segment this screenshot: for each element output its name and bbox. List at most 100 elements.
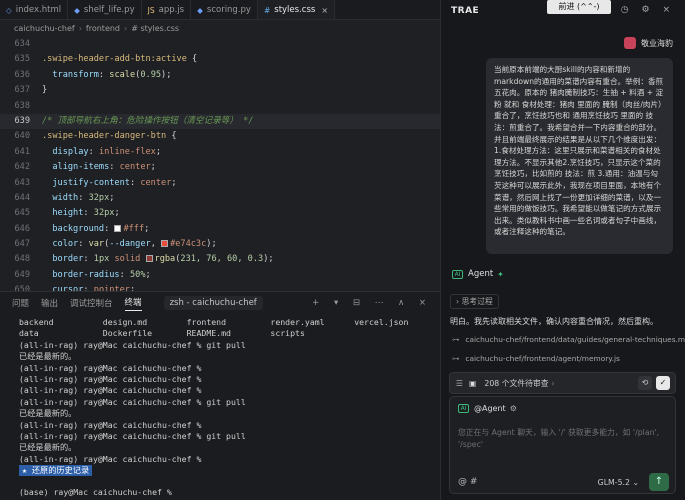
code-token: ;	[144, 223, 150, 234]
terminal-line: 已经是最新的。	[19, 442, 77, 453]
code-token: :	[88, 146, 99, 157]
code-line[interactable]: 645 height: 32px;	[0, 206, 440, 221]
code-token: :	[98, 69, 110, 80]
chat-input[interactable]: 您正在与 Agent 聊天，输入 '/' 获取更多能力，如 '/plan', '…	[458, 427, 668, 451]
settings-icon[interactable]: ⚙	[510, 404, 517, 413]
list-icon[interactable]: ☰	[456, 379, 463, 388]
code-token: var	[88, 239, 105, 250]
file-reference[interactable]: ⊶ caichuchu-chef/frontend/agent/memory.j…	[452, 354, 620, 363]
tab-index-html[interactable]: ◇ index.html	[0, 0, 69, 19]
tab-styles-css[interactable]: # styles.css ×	[257, 0, 336, 19]
file-type-icon: ◆	[197, 5, 203, 15]
review-bar: ☰ ▣ 208 个文件待审查 › ⟲ ✓	[449, 372, 676, 394]
terminal-line: (all-in-rag) ray@Mac caichuchu-chef % gi…	[19, 430, 246, 441]
file-icon[interactable]: ▣	[469, 379, 476, 388]
line-number: 637	[14, 85, 30, 96]
code-token: :	[104, 223, 115, 234]
code-token: ,	[150, 239, 162, 250]
code-token: color	[42, 239, 79, 250]
panel-tools[interactable]: + ▾ ⊟ ⋯ ∧ ×	[312, 298, 440, 308]
line-number: 650	[14, 285, 30, 291]
code-line[interactable]: 647 color: var(--danger, #e74c3c);	[0, 237, 440, 252]
link-icon: ⊶	[452, 354, 460, 363]
code-line[interactable]: 635 .swipe-header-add-btn:active {	[0, 52, 440, 67]
code-line[interactable]: 646 background: #fff;	[0, 222, 440, 237]
panel-tab[interactable]: 终端	[124, 296, 142, 311]
spark-icon: ✦	[497, 269, 504, 279]
file-reference[interactable]: ⊶ caichuchu-chef/frontend/data/guides/ge…	[452, 335, 685, 344]
terminal-line: data Dockerfile README.md scripts	[19, 328, 305, 339]
breadcrumb-separator: ›	[124, 23, 128, 33]
chat-input-box[interactable]: AI @Agent ⚙ 您正在与 Agent 聊天，输入 '/' 获取更多能力，…	[449, 396, 676, 494]
line-number: 644	[14, 192, 30, 203]
code-token: );	[206, 239, 217, 250]
code-editor[interactable]: 634 635 .swipe-header-add-btn:active {636 …	[0, 37, 440, 291]
breadcrumb-separator: ›	[78, 23, 82, 33]
code-token: /* 顶部导航右上角：危险操作按钮（清空记录等） */	[42, 115, 254, 126]
line-number: 643	[14, 177, 30, 188]
tab-app-js[interactable]: JS app.js	[142, 0, 192, 19]
close-icon[interactable]: ×	[321, 6, 328, 15]
tab-shelf-life-py[interactable]: ◆ shelf_life.py	[68, 0, 142, 19]
code-line[interactable]: 650 cursor: pointer;	[0, 283, 440, 291]
line-content: height: 32px;	[42, 206, 119, 221]
panel-tab[interactable]: 问题	[12, 297, 29, 309]
tab-label: app.js	[158, 5, 185, 15]
code-line[interactable]: 639 /* 顶部导航右上角：危险操作按钮（清空记录等） */	[0, 113, 440, 130]
line-content: justify-content: center;	[42, 176, 176, 191]
color-swatch[interactable]	[114, 224, 122, 232]
file-type-icon: JS	[147, 5, 155, 15]
breadcrumb-item[interactable]: frontend	[86, 24, 120, 33]
line-number: 641	[14, 146, 30, 157]
code-token: .swipe-header-danger-btn	[42, 131, 167, 142]
reject-button[interactable]: ⟲	[638, 376, 652, 390]
chat-title: TRAE	[451, 6, 480, 16]
agent-mention-tag[interactable]: AI @Agent ⚙	[458, 404, 517, 413]
terminal-line: (all-in-rag) ray@Mac caichuchu-chef %	[19, 385, 202, 396]
line-number: 642	[14, 162, 30, 173]
terminal-instance[interactable]: zsh - caichuchu-chef	[163, 296, 263, 310]
terminal[interactable]: backend design.md frontend render.yaml v…	[0, 317, 440, 500]
code-line[interactable]: 649 border-radius: 50%;	[0, 268, 440, 283]
line-content: border-radius: 50%;	[42, 268, 151, 283]
terminal-prompt[interactable]: (base) ray@Mac caichuchu-chef %	[19, 487, 177, 498]
code-line[interactable]: 644 width: 32px;	[0, 191, 440, 206]
tab-scoring-py[interactable]: ◆ scoring.py	[191, 0, 258, 19]
line-number: 635	[14, 54, 30, 65]
model-selector[interactable]: GLM-5.2 ⌄	[598, 478, 639, 487]
code-line[interactable]: 640 .swipe-header-danger-btn {	[0, 129, 440, 144]
terminal-line: (all-in-rag) ray@Mac caichuchu-chef %	[19, 373, 202, 384]
chevron-right-icon[interactable]: ›	[552, 379, 555, 388]
code-line[interactable]: 642 align-items: center;	[0, 160, 440, 175]
code-line[interactable]: 638	[0, 99, 440, 114]
breadcrumb-item[interactable]: caichuchu-chef	[14, 24, 75, 33]
code-line[interactable]: 634	[0, 37, 440, 52]
code-token: ;	[145, 269, 151, 280]
line-content: display: inline-flex;	[42, 145, 161, 160]
code-line[interactable]: 641 display: inline-flex;	[0, 145, 440, 160]
line-content: transform: scale(0.95);	[42, 68, 171, 83]
panel-tab[interactable]: 调试控制台	[70, 297, 113, 309]
code-line[interactable]: 643 justify-content: center;	[0, 176, 440, 191]
tab-label: shelf_life.py	[83, 5, 135, 15]
line-number: 646	[14, 223, 30, 234]
line-number: 640	[14, 131, 30, 142]
send-button[interactable]: ↑	[649, 473, 669, 491]
code-line[interactable]: 648 border: 1px solid rgba(231, 76, 60, …	[0, 252, 440, 267]
thinking-toggle[interactable]: › 思考过程	[450, 294, 499, 309]
line-content: }	[42, 83, 47, 98]
code-line[interactable]: 637}	[0, 83, 440, 98]
panel-tab[interactable]: 输出	[41, 297, 58, 309]
code-token: ;	[155, 146, 162, 157]
breadcrumb-item[interactable]: # styles.css	[131, 24, 179, 33]
mention-tools[interactable]: @ #	[458, 477, 477, 487]
accept-button[interactable]: ✓	[656, 376, 670, 390]
color-swatch[interactable]	[161, 240, 169, 248]
chat-header-icons[interactable]: ⊕ ◷ ⚙ ×	[600, 5, 675, 15]
code-token: :	[119, 269, 130, 280]
code-line[interactable]: 636 transform: scale(0.95);	[0, 68, 440, 83]
code-token: );	[263, 254, 274, 265]
code-token: rgba	[154, 254, 176, 265]
user-name: 敬业海豹	[641, 38, 673, 48]
color-swatch[interactable]	[145, 255, 153, 263]
